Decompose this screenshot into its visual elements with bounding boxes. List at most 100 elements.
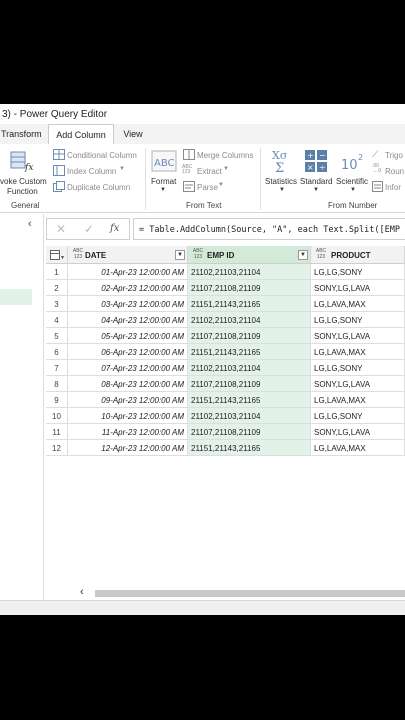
check-icon[interactable]: ✓ bbox=[84, 222, 94, 236]
product-cell[interactable]: LG,LG,SONY bbox=[311, 360, 405, 376]
emp-id-cell[interactable]: 21107,21108,21109 bbox=[188, 376, 311, 392]
date-cell[interactable]: 03-Apr-23 12:00:00 AM bbox=[68, 296, 188, 312]
svg-text:÷: ÷ bbox=[319, 163, 326, 172]
row-number: 1 bbox=[46, 264, 68, 280]
duplicate-column-label: Duplicate Column bbox=[67, 183, 131, 192]
chevron-down-icon[interactable]: ▼ bbox=[279, 187, 285, 193]
date-cell[interactable]: 02-Apr-23 12:00:00 AM bbox=[68, 280, 188, 296]
status-bar bbox=[0, 600, 405, 615]
scroll-left-icon[interactable]: ‹ bbox=[80, 586, 84, 598]
emp-id-cell[interactable]: 21102,21103,21104 bbox=[188, 312, 311, 328]
conditional-column-label: Conditional Column bbox=[67, 151, 137, 160]
chevron-down-icon[interactable]: ▼ bbox=[313, 187, 319, 193]
row-number: 11 bbox=[46, 424, 68, 440]
text-type-icon[interactable]: ABC 123 bbox=[314, 248, 328, 261]
text-type-icon[interactable]: ABC 123 bbox=[71, 248, 85, 261]
date-cell[interactable]: 12-Apr-23 12:00:00 AM bbox=[68, 440, 188, 456]
table-row[interactable]: 1 01-Apr-23 12:00:00 AM 21102,21103,2110… bbox=[46, 264, 405, 280]
formula-bar: ✕ ✓ fx = Table.AddColumn(Source, "A", ea… bbox=[46, 218, 405, 240]
product-cell[interactable]: SONY,LG,LAVA bbox=[311, 280, 405, 296]
tab-view[interactable]: View bbox=[118, 124, 148, 144]
product-cell[interactable]: LG,LAVA,MAX bbox=[311, 344, 405, 360]
product-cell[interactable]: LG,LG,SONY bbox=[311, 408, 405, 424]
date-cell[interactable]: 07-Apr-23 12:00:00 AM bbox=[68, 360, 188, 376]
window-title: 3) - Power Query Editor bbox=[0, 104, 405, 124]
merge-columns-icon bbox=[183, 149, 195, 160]
emp-id-cell[interactable]: 21107,21108,21109 bbox=[188, 280, 311, 296]
table-row[interactable]: 12 12-Apr-23 12:00:00 AM 21151,21143,211… bbox=[46, 440, 405, 456]
table-icon: ▼ bbox=[50, 250, 64, 260]
product-cell[interactable]: LG,LG,SONY bbox=[311, 312, 405, 328]
table-row[interactable]: 8 08-Apr-23 12:00:00 AM 21107,21108,2110… bbox=[46, 376, 405, 392]
product-cell[interactable]: SONY,LG,LAVA bbox=[311, 424, 405, 440]
table-row[interactable]: 5 05-Apr-23 12:00:00 AM 21107,21108,2110… bbox=[46, 328, 405, 344]
table-row[interactable]: 9 09-Apr-23 12:00:00 AM 21151,21143,2116… bbox=[46, 392, 405, 408]
table-row[interactable]: 3 03-Apr-23 12:00:00 AM 21151,21143,2116… bbox=[46, 296, 405, 312]
emp-id-cell[interactable]: 21107,21108,21109 bbox=[188, 328, 311, 344]
scientific-label: Scientific bbox=[336, 177, 369, 186]
table-row[interactable]: 10 10-Apr-23 12:00:00 AM 21102,21103,211… bbox=[46, 408, 405, 424]
tab-add-column[interactable]: Add Column bbox=[48, 124, 114, 144]
emp-id-cell[interactable]: 21107,21108,21109 bbox=[188, 424, 311, 440]
date-cell[interactable]: 10-Apr-23 12:00:00 AM bbox=[68, 408, 188, 424]
product-cell[interactable]: SONY,LG,LAVA bbox=[311, 376, 405, 392]
cancel-icon[interactable]: ✕ bbox=[56, 222, 66, 236]
date-cell[interactable]: 05-Apr-23 12:00:00 AM bbox=[68, 328, 188, 344]
filter-dropdown-icon[interactable]: ▼ bbox=[175, 250, 185, 260]
emp-id-cell[interactable]: 21151,21143,21165 bbox=[188, 296, 311, 312]
svg-text:×: × bbox=[307, 163, 314, 172]
emp-id-cell[interactable]: 21151,21143,21165 bbox=[188, 344, 311, 360]
formula-input[interactable]: = Table.AddColumn(Source, "A", each Text… bbox=[133, 218, 405, 240]
table-row[interactable]: 7 07-Apr-23 12:00:00 AM 21102,21103,2110… bbox=[46, 360, 405, 376]
emp-id-cell[interactable]: 21102,21103,21104 bbox=[188, 360, 311, 376]
date-cell[interactable]: 11-Apr-23 12:00:00 AM bbox=[68, 424, 188, 440]
row-number: 9 bbox=[46, 392, 68, 408]
row-number: 4 bbox=[46, 312, 68, 328]
product-cell[interactable]: LG,LAVA,MAX bbox=[311, 440, 405, 456]
chevron-down-icon[interactable]: ▼ bbox=[218, 182, 224, 188]
row-number: 2 bbox=[46, 280, 68, 296]
table-row[interactable]: 11 11-Apr-23 12:00:00 AM 21107,21108,211… bbox=[46, 424, 405, 440]
index-column-label: Index Column bbox=[67, 167, 117, 176]
column-header-label: PRODUCT bbox=[331, 251, 371, 260]
table-row[interactable]: 6 06-Apr-23 12:00:00 AM 21151,21143,2116… bbox=[46, 344, 405, 360]
horizontal-scrollbar[interactable]: ‹ bbox=[70, 586, 405, 600]
date-cell[interactable]: 04-Apr-23 12:00:00 AM bbox=[68, 312, 188, 328]
emp-id-cell[interactable]: 21151,21143,21165 bbox=[188, 440, 311, 456]
fx-icon[interactable]: fx bbox=[110, 223, 119, 234]
product-cell[interactable]: LG,LG,SONY bbox=[311, 264, 405, 280]
ribbon: fx voke Custom Function Conditional Colu… bbox=[0, 144, 405, 213]
column-header-product[interactable]: ABC 123 PRODUCT bbox=[311, 246, 405, 264]
selected-query-item[interactable] bbox=[0, 289, 32, 305]
standard-operations-icon: + − × ÷ bbox=[305, 150, 327, 172]
text-type-icon[interactable]: ABC 123 bbox=[191, 248, 205, 261]
date-cell[interactable]: 09-Apr-23 12:00:00 AM bbox=[68, 392, 188, 408]
column-header-date[interactable]: ABC 123 DATE ▼ bbox=[68, 246, 188, 264]
filter-dropdown-icon[interactable]: ▼ bbox=[298, 250, 308, 260]
emp-id-cell[interactable]: 21151,21143,21165 bbox=[188, 392, 311, 408]
power-query-window: 3) - Power Query Editor Transform Add Co… bbox=[0, 104, 405, 615]
tab-transform[interactable]: Transform bbox=[0, 124, 44, 144]
chevron-down-icon[interactable]: ▼ bbox=[119, 166, 125, 172]
date-cell[interactable]: 01-Apr-23 12:00:00 AM bbox=[68, 264, 188, 280]
scrollbar-thumb[interactable] bbox=[95, 590, 405, 597]
product-cell[interactable]: LG,LAVA,MAX bbox=[311, 392, 405, 408]
product-cell[interactable]: LG,LAVA,MAX bbox=[311, 296, 405, 312]
data-grid: ▼ ABC 123 DATE ▼ ABC 123 EMP ID ▼ ABC 123 P… bbox=[46, 246, 405, 561]
group-label-general: General bbox=[11, 201, 40, 210]
column-header-label: EMP ID bbox=[207, 251, 235, 260]
emp-id-cell[interactable]: 21102,21103,21104 bbox=[188, 408, 311, 424]
collapse-pane-icon[interactable]: ‹ bbox=[28, 218, 32, 230]
date-cell[interactable]: 08-Apr-23 12:00:00 AM bbox=[68, 376, 188, 392]
chevron-down-icon[interactable]: ▼ bbox=[160, 187, 166, 193]
product-cell[interactable]: SONY,LG,LAVA bbox=[311, 328, 405, 344]
row-number: 7 bbox=[46, 360, 68, 376]
emp-id-cell[interactable]: 21102,21103,21104 bbox=[188, 264, 311, 280]
table-row[interactable]: 4 04-Apr-23 12:00:00 AM 21102,21103,2110… bbox=[46, 312, 405, 328]
date-cell[interactable]: 06-Apr-23 12:00:00 AM bbox=[68, 344, 188, 360]
chevron-down-icon[interactable]: ▼ bbox=[350, 187, 356, 193]
column-header-emp-id[interactable]: ABC 123 EMP ID ▼ bbox=[188, 246, 311, 264]
chevron-down-icon[interactable]: ▼ bbox=[223, 166, 229, 172]
table-menu-corner[interactable]: ▼ bbox=[46, 246, 68, 264]
table-row[interactable]: 2 02-Apr-23 12:00:00 AM 21107,21108,2110… bbox=[46, 280, 405, 296]
